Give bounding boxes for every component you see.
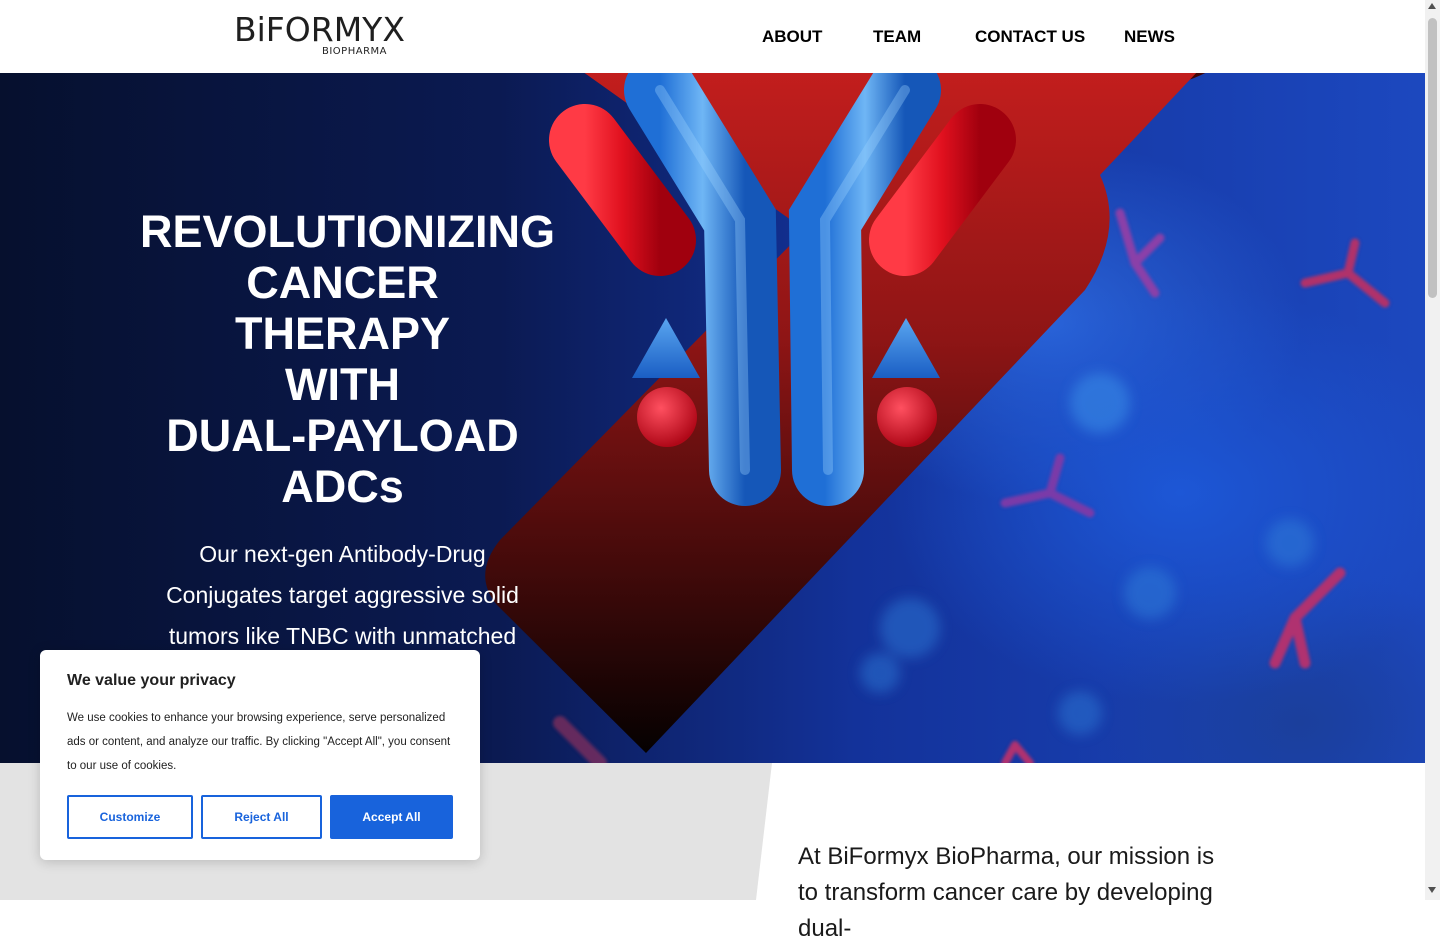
nav-team-link[interactable]: TEAM <box>873 14 921 60</box>
biformyx-logo[interactable]: BiFORMYX BIOPHARMA <box>234 10 409 62</box>
scrollbar-thumb[interactable] <box>1428 18 1437 298</box>
hero-headline: REVOLUTIONIZING CANCER THERAPY WITH DUAL… <box>140 206 555 512</box>
reject-all-button[interactable]: Reject All <box>201 795 322 839</box>
hero-headline-line: WITH <box>285 359 400 410</box>
cookie-title: We value your privacy <box>67 672 236 689</box>
logo-subtitle: BIOPHARMA <box>322 46 387 57</box>
scroll-up-arrow-icon[interactable] <box>1428 3 1436 9</box>
customize-button[interactable]: Customize <box>67 795 193 839</box>
nav-contact-link[interactable]: CONTACT US <box>975 14 1085 60</box>
hero-headline-line: DUAL-PAYLOAD ADCs <box>166 410 519 512</box>
hero-text-block: REVOLUTIONIZING CANCER THERAPY WITH DUAL… <box>140 206 555 698</box>
accept-all-button[interactable]: Accept All <box>330 795 453 839</box>
cookie-consent-banner: We value your privacy We use cookies to … <box>40 650 480 860</box>
hero-headline-line: REVOLUTIONIZING <box>140 206 555 257</box>
scroll-down-arrow-icon[interactable] <box>1428 887 1436 893</box>
page-scrollbar[interactable] <box>1425 0 1440 900</box>
nav-news-link[interactable]: NEWS <box>1124 14 1175 60</box>
cookie-description: We use cookies to enhance your browsing … <box>67 712 451 772</box>
logo-wordmark: BiFORMYX <box>234 10 405 49</box>
site-header: BiFORMYX BIOPHARMA <box>0 0 1425 73</box>
nav-about-link[interactable]: ABOUT <box>762 14 822 60</box>
hero-headline-line: CANCER THERAPY <box>234 257 451 359</box>
mission-text: At BiFormyx BioPharma, our mission is to… <box>798 843 1215 942</box>
main-nav: ABOUT TEAM CONTACT US NEWS <box>732 14 1193 60</box>
